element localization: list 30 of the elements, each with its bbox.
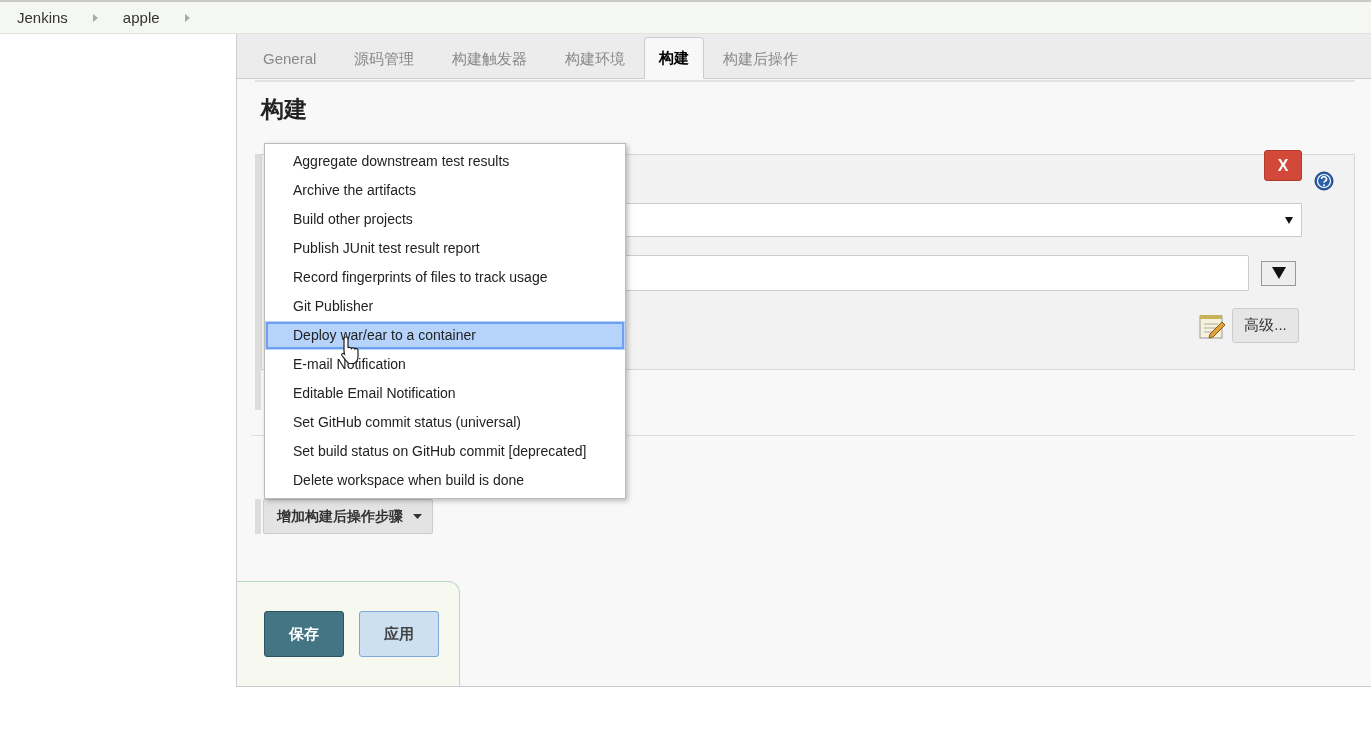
drag-handle[interactable] (255, 370, 261, 410)
menu-item[interactable]: Aggregate downstream test results (265, 147, 625, 176)
caret-icon (413, 514, 422, 519)
menu-item[interactable]: Publish JUnit test result report (265, 234, 625, 263)
menu-item[interactable]: Git Publisher (265, 292, 625, 321)
menu-item[interactable]: Record fingerprints of files to track usage (265, 263, 625, 292)
dropdown-button[interactable] (1261, 260, 1296, 286)
help-icon[interactable] (1314, 171, 1334, 191)
drag-handle[interactable] (255, 154, 261, 370)
add-step-button[interactable]: 增加构建后操作步骤 (263, 499, 433, 534)
chevron-icon (92, 13, 98, 22)
menu-item[interactable]: Set GitHub commit status (universal) (265, 408, 625, 437)
delete-button[interactable]: X (1264, 150, 1302, 181)
menu-item[interactable]: Build other projects (265, 205, 625, 234)
menu-item[interactable]: Delete workspace when build is done (265, 466, 625, 495)
drag-handle[interactable] (255, 499, 261, 534)
breadcrumb-link[interactable]: Jenkins (17, 9, 68, 26)
menu-item[interactable]: Editable Email Notification (265, 379, 625, 408)
form-button[interactable]: 应用 (359, 611, 439, 657)
form-button[interactable]: 保存 (264, 611, 344, 657)
menu-item[interactable]: Archive the artifacts (265, 176, 625, 205)
caret-icon (1285, 216, 1293, 224)
menu-item[interactable]: E-mail Notification (265, 350, 625, 379)
menu-item[interactable]: Deploy war/ear to a container (265, 321, 625, 350)
tab[interactable]: 构建 (644, 37, 705, 79)
breadcrumb-link[interactable]: apple (122, 9, 160, 26)
chevron-icon (184, 13, 190, 22)
advanced-button[interactable]: 高级... (1232, 308, 1299, 343)
menu-item[interactable]: Set build status on GitHub commit [deprecated] (265, 437, 625, 466)
caret-icon (1271, 267, 1286, 279)
